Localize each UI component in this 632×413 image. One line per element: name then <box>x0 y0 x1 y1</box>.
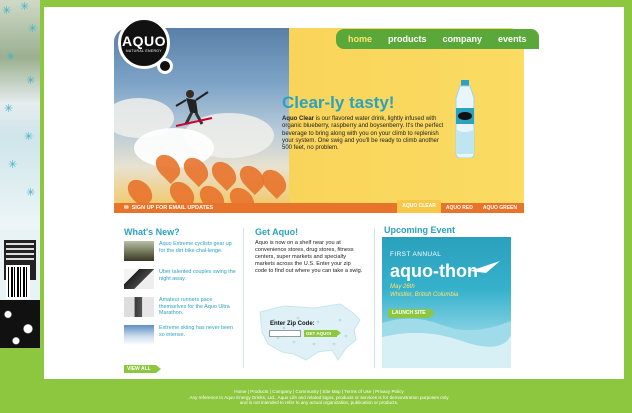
news-thumbnail <box>124 269 154 289</box>
news-thumbnail <box>124 325 154 345</box>
column-divider <box>374 228 375 368</box>
launch-site-button[interactable]: LAUNCH SITE <box>388 309 435 318</box>
snowflake-icon: ✳ <box>2 5 12 17</box>
list-item[interactable]: Aquo Extreme cyclists gear up for the di… <box>124 241 236 267</box>
hero-headline: Clear-ly tasty! <box>282 93 395 112</box>
event-name: aquo-thon <box>390 261 478 281</box>
event-location: Whistler, British Columbia <box>390 291 459 298</box>
email-signup-label: SIGN UP FOR EMAIL UPDATES <box>131 205 214 211</box>
email-signup-link[interactable]: ✉ SIGN UP FOR EMAIL UPDATES <box>124 205 213 211</box>
envelope-icon: ✉ <box>124 205 129 211</box>
snowflake-icon: ✳ <box>20 1 30 13</box>
tab-aquo-green[interactable]: AQUO GREEN <box>478 203 522 213</box>
nav-company[interactable]: company <box>435 34 491 44</box>
event-details: May 26th Whistler, British Columbia <box>390 284 458 299</box>
nav-products[interactable]: products <box>380 34 435 44</box>
main-nav: home products company events <box>336 29 539 49</box>
skier-icon <box>175 90 213 127</box>
logo-tagline: NATURAL ENERGY <box>126 49 162 53</box>
get-aquo-title: Get Aquo! <box>255 227 299 237</box>
hero-description: Aquo Clear is our flavored water drink, … <box>282 116 448 152</box>
list-item[interactable]: Uber talented couples swing the night aw… <box>124 269 236 295</box>
news-link[interactable]: Uber talented couples swing the night aw… <box>159 269 236 295</box>
news-list: Aquo Extreme cyclists gear up for the di… <box>124 241 236 353</box>
event-kicker: FIRST ANNUAL <box>390 251 442 258</box>
product-bar: ✉ SIGN UP FOR EMAIL UPDATES AQUO CLEAR A… <box>114 200 524 213</box>
tab-aquo-clear[interactable]: AQUO CLEAR <box>397 200 441 213</box>
decorative-magazine-cover: ✳ ✳ ✳ ✳ ✳ ✳ ✳ ✳ ✳ <box>0 0 40 348</box>
snowflake-icon: ✳ <box>28 23 38 35</box>
whats-new-title: What's New? <box>124 227 180 237</box>
news-thumbnail <box>124 241 154 261</box>
zip-code-label: Enter Zip Code: <box>270 321 315 327</box>
water-bottle-image <box>455 80 475 158</box>
snowflake-icon: ✳ <box>6 51 16 63</box>
list-item[interactable]: Amateur runners pace themselves for the … <box>124 297 236 323</box>
snowflake-icon: ✳ <box>4 103 14 115</box>
barcode <box>6 265 30 299</box>
get-aquo-button[interactable]: GET AQUO! <box>304 330 341 337</box>
nav-events[interactable]: events <box>490 34 535 44</box>
aquo-logo[interactable]: AQUO NATURAL ENERGY <box>118 17 173 74</box>
column-divider <box>243 228 244 368</box>
news-link[interactable]: Amateur runners pace themselves for the … <box>159 297 236 323</box>
event-date: May 26th <box>390 284 415 290</box>
snowflake-icon: ✳ <box>8 159 18 171</box>
brand-name: Aquo Clear <box>282 116 315 122</box>
snowflake-icon: ✳ <box>26 187 36 199</box>
upcoming-event-title: Upcoming Event <box>384 225 456 235</box>
logo-bubble <box>157 58 173 74</box>
zip-code-input[interactable] <box>269 330 301 337</box>
product-tabs: AQUO CLEAR AQUO RED AQUO GREEN <box>397 200 522 213</box>
tab-aquo-red[interactable]: AQUO RED <box>441 203 478 213</box>
footer: Home | Products | Company | Community | … <box>124 389 514 406</box>
footer-disclaimer-2: and is not intended to refer to any actu… <box>239 400 399 406</box>
snowflake-icon: ✳ <box>24 131 34 143</box>
list-item[interactable]: Extreme skiing has never been so intense… <box>124 325 236 351</box>
news-link[interactable]: Aquo Extreme cyclists gear up for the di… <box>159 241 236 267</box>
news-thumbnail <box>124 297 154 317</box>
get-aquo-text: Aquo is now on a shelf near you at conve… <box>255 240 363 274</box>
snowflake-icon: ✳ <box>26 75 36 87</box>
event-banner[interactable]: FIRST ANNUAL aquo-thon May 26th Whistler… <box>382 237 511 368</box>
magazine-pattern <box>0 300 40 348</box>
logo-word: AQUO <box>122 33 166 49</box>
news-link[interactable]: Extreme skiing has never been so intense… <box>159 325 236 351</box>
nav-home[interactable]: home <box>340 34 380 44</box>
view-all-button[interactable]: VIEW ALL <box>124 365 161 373</box>
